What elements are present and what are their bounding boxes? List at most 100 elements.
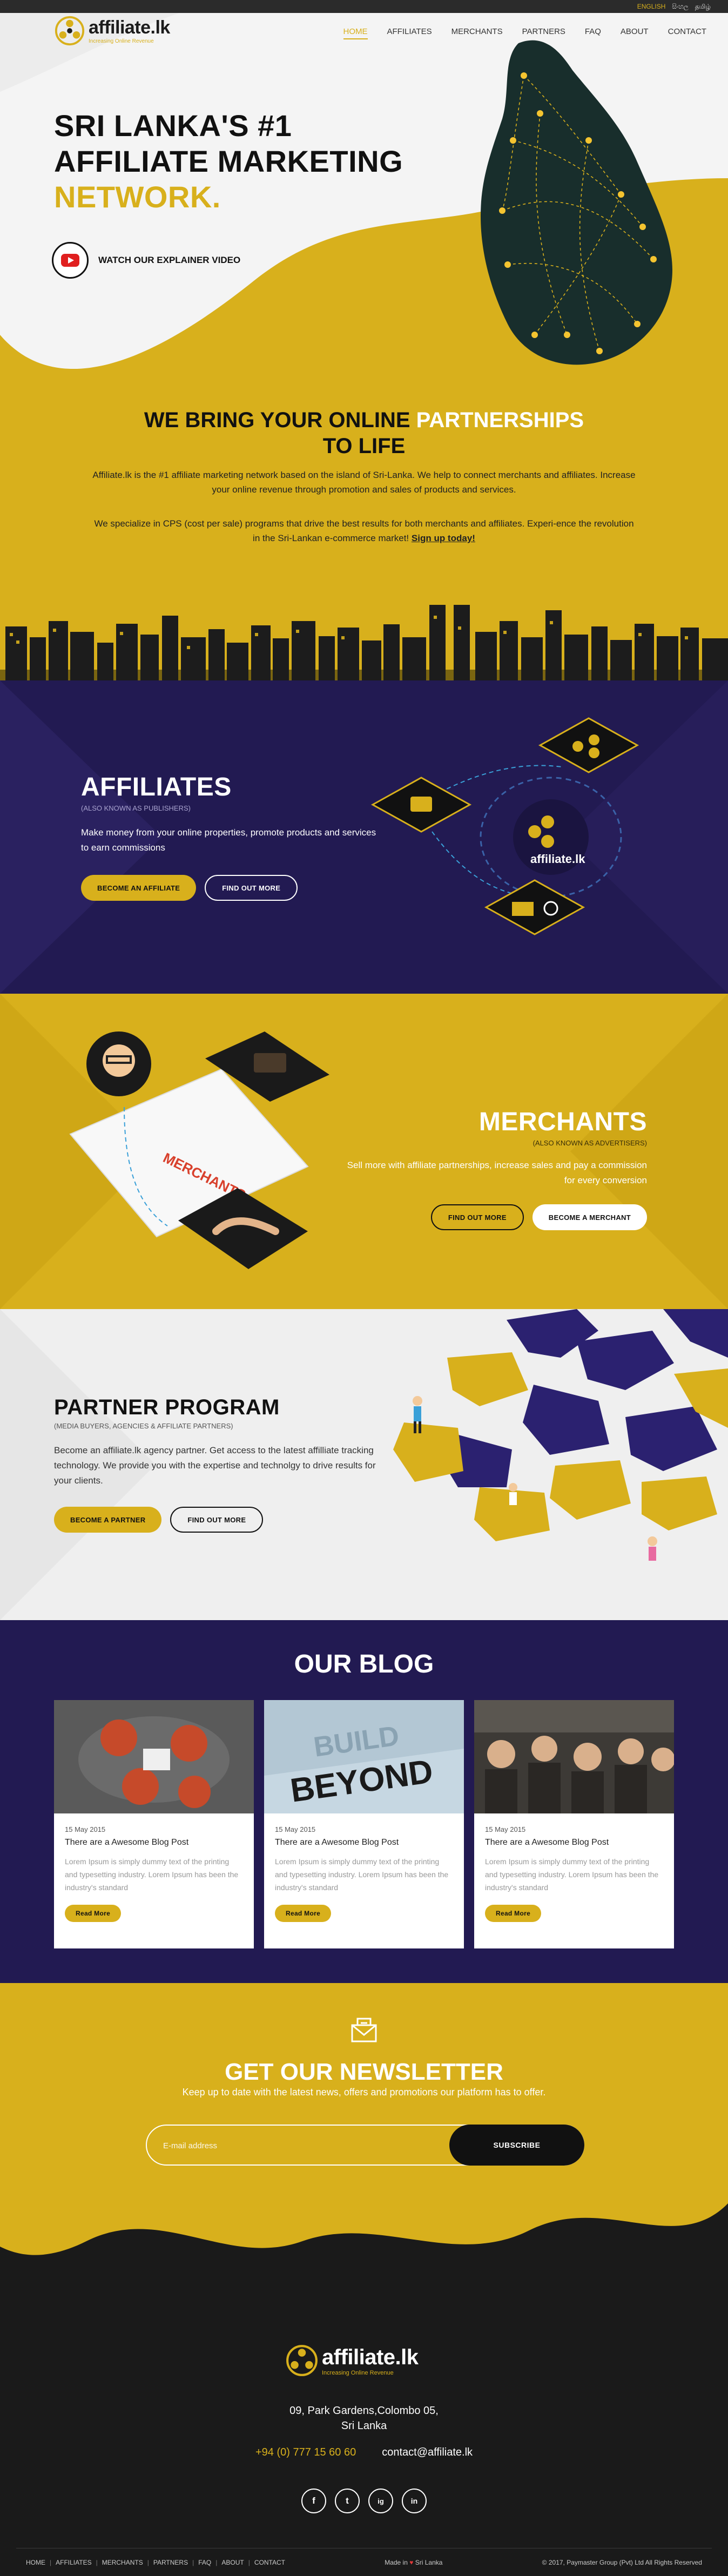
footer-bottom-bar: HOME | AFFILIATES | MERCHANTS | PARTNERS | F… (26, 2559, 702, 2566)
lang-tamil[interactable]: தமிழ் (695, 3, 711, 11)
hero-section: SRI LANKA'S #1 AFFILIATE MARKETING NETWO… (0, 0, 728, 389)
email-link[interactable]: contact@affiliate.lk (382, 2446, 473, 2459)
footer-nav: HOME | AFFILIATES | MERCHANTS | PARTNERS | F… (26, 2559, 285, 2566)
nav-about[interactable]: ABOUT (621, 27, 649, 39)
merchants-section: MERCHANTS MERCHANTS (ALSO KNOWN AS ADVER… (0, 994, 728, 1309)
merchants-subtitle: (ALSO KNOWN AS ADVERTISERS) (532, 1139, 647, 1147)
merchants-illustration: MERCHANTS (69, 1031, 329, 1269)
become-affiliate-button[interactable]: BECOME AN AFFILIATE (81, 875, 197, 901)
language-bar: ENGLISH සිංහල தமிழ் (0, 0, 728, 13)
read-more-button[interactable]: Read More (65, 1905, 122, 1922)
lang-english[interactable]: ENGLISH (637, 3, 666, 11)
intro-title-highlight: PARTNERSHIPS (416, 408, 584, 432)
subscribe-button[interactable]: SUBSCRIBE (449, 2125, 584, 2166)
blog-image-build-beyond[interactable]: BUILD BEYOND (264, 1700, 464, 1813)
become-merchant-button[interactable]: BECOME A MERCHANT (532, 1204, 647, 1230)
footer-link-about[interactable]: ABOUT (221, 2559, 244, 2566)
blog-post-date: 15 May 2015 (275, 1825, 316, 1833)
linkedin-icon[interactable]: in (402, 2489, 427, 2513)
nav-merchants[interactable]: MERCHANTS (451, 27, 503, 39)
intro-title-part-a: WE BRING YOUR ONLINE (144, 408, 416, 432)
partner-section: PARTNER PROGRAM (MEDIA BUYERS, AGENCIES … (0, 1309, 728, 1620)
intro-paragraph-2: We specialize in CPS (cost per sale) pro… (92, 516, 636, 545)
logo-mark-icon (55, 16, 85, 46)
site-footer: affiliate.lk Increasing Online Revenue 0… (0, 2182, 728, 2576)
blog-post-title[interactable]: There are a Awesome Blog Post (275, 1838, 453, 1847)
blog-post-title[interactable]: There are a Awesome Blog Post (65, 1838, 243, 1847)
nav-affiliates[interactable]: AFFILIATES (387, 27, 432, 39)
intro-title: WE BRING YOUR ONLINE PARTNERSHIPS TO LIF… (0, 407, 728, 459)
partner-find-out-more-button[interactable]: FIND OUT MORE (170, 1507, 264, 1533)
heart-icon: ♥ (409, 2559, 414, 2566)
intro-paragraph-2-text: We specialize in CPS (cost per sale) pro… (94, 518, 634, 543)
twitter-icon[interactable]: t (335, 2489, 360, 2513)
blog-title: OUR BLOG (294, 1650, 434, 1678)
blog-image-audience[interactable] (474, 1700, 674, 1813)
nav-faq[interactable]: FAQ (585, 27, 601, 39)
blog-post-title[interactable]: There are a Awesome Blog Post (485, 1838, 663, 1847)
nav-partners[interactable]: PARTNERS (522, 27, 565, 39)
read-more-button[interactable]: Read More (275, 1905, 332, 1922)
sri-lanka-map (481, 40, 672, 365)
affiliates-find-out-more-button[interactable]: FIND OUT MORE (205, 875, 298, 901)
signup-link[interactable]: Sign up today! (412, 533, 475, 543)
merchants-title: MERCHANTS (478, 1108, 647, 1136)
lang-sinhala[interactable]: සිංහල (672, 3, 688, 11)
blog-post-date: 15 May 2015 (65, 1825, 106, 1833)
made-in-country: Sri Lanka (415, 2559, 443, 2566)
envelope-icon (351, 2018, 377, 2042)
footer-logo-text: affiliate.lk (322, 2345, 419, 2369)
explainer-video-button[interactable]: WATCH OUR EXPLAINER VIDEO (52, 242, 240, 279)
affiliates-section: AFFILIATES (ALSO KNOWN AS PUBLISHERS) Ma… (0, 680, 728, 994)
footer-address: 09, Park Gardens,Colombo 05, Sri Lanka (0, 2403, 728, 2433)
become-partner-button[interactable]: BECOME A PARTNER (54, 1507, 162, 1533)
blog-card[interactable]: 15 May 2015 There are a Awesome Blog Pos… (474, 1700, 674, 1948)
merchants-copy: MERCHANTS (ALSO KNOWN AS ADVERTISERS) Se… (345, 1107, 647, 1230)
newsletter-title: GET OUR NEWSLETTER (225, 2059, 503, 2085)
merchants-description: Sell more with affiliate partnerships, i… (347, 1160, 647, 1185)
copyright-text: © 2017, Paymaster Group (Pvt) Ltd All Ri… (542, 2559, 702, 2566)
city-skyline-illustration (0, 605, 728, 680)
hero-line-3: NETWORK. (54, 180, 221, 214)
footer-link-merchants[interactable]: MERCHANTS (102, 2559, 143, 2566)
footer-logo-tagline: Increasing Online Revenue (322, 2369, 394, 2376)
social-links: f t ig in (0, 2489, 728, 2513)
blog-post-date: 15 May 2015 (485, 1825, 526, 1833)
partner-actions: BECOME A PARTNER FIND OUT MORE (54, 1507, 378, 1533)
footer-link-affiliates[interactable]: AFFILIATES (56, 2559, 91, 2566)
nav-home[interactable]: HOME (343, 27, 368, 39)
partner-copy: PARTNER PROGRAM (MEDIA BUYERS, AGENCIES … (54, 1395, 378, 1533)
blog-image-meeting[interactable] (54, 1700, 254, 1813)
footer-link-contact[interactable]: CONTACT (254, 2559, 285, 2566)
merchants-find-out-more-button[interactable]: FIND OUT MORE (430, 1204, 524, 1230)
site-logo[interactable]: affiliate.lk Increasing Online Revenue (54, 15, 170, 46)
page: SRI LANKA'S #1 AFFILIATE MARKETING NETWO… (0, 0, 728, 2576)
affiliates-network-illustration: affiliate.lk (370, 717, 639, 935)
facebook-icon[interactable]: f (301, 2489, 326, 2513)
newsletter-form: SUBSCRIBE (146, 2125, 584, 2166)
footer-link-partners[interactable]: PARTNERS (153, 2559, 188, 2566)
youtube-play-icon[interactable] (52, 242, 89, 279)
hero-line-2: AFFILIATE MARKETING (54, 144, 403, 178)
hero-headline: SRI LANKA'S #1 AFFILIATE MARKETING NETWO… (54, 108, 403, 215)
logo-text: affiliate.lk (89, 17, 170, 38)
main-nav: HOME AFFILIATES MERCHANTS PARTNERS FAQ A… (343, 27, 706, 39)
hero-line-1: SRI LANKA'S #1 (54, 109, 292, 143)
intro-title-part-c: TO LIFE (322, 434, 406, 458)
merchants-actions: FIND OUT MORE BECOME A MERCHANT (345, 1204, 647, 1230)
nav-contact[interactable]: CONTACT (668, 27, 706, 39)
footer-logo[interactable]: affiliate.lk Increasing Online Revenue (285, 2344, 419, 2377)
footer-link-faq[interactable]: FAQ (198, 2559, 211, 2566)
site-header: affiliate.lk Increasing Online Revenue H… (0, 13, 728, 54)
footer-logo-mark-icon (286, 2345, 318, 2376)
phone-link[interactable]: +94 (0) 777 15 60 60 (255, 2446, 356, 2459)
partner-title: PARTNER PROGRAM (54, 1395, 280, 1419)
made-in-note: Made in ♥ Sri Lanka (385, 2559, 442, 2566)
blog-post-excerpt: Lorem Ipsum is simply dummy text of the … (275, 1857, 449, 1892)
instagram-icon[interactable]: ig (368, 2489, 393, 2513)
blog-card[interactable]: BUILD BEYOND 15 May 2015 There are a Awe… (264, 1700, 464, 1948)
blog-card[interactable]: 15 May 2015 There are a Awesome Blog Pos… (54, 1700, 254, 1948)
email-input[interactable] (163, 2139, 444, 2153)
read-more-button[interactable]: Read More (485, 1905, 542, 1922)
footer-link-home[interactable]: HOME (26, 2559, 45, 2566)
